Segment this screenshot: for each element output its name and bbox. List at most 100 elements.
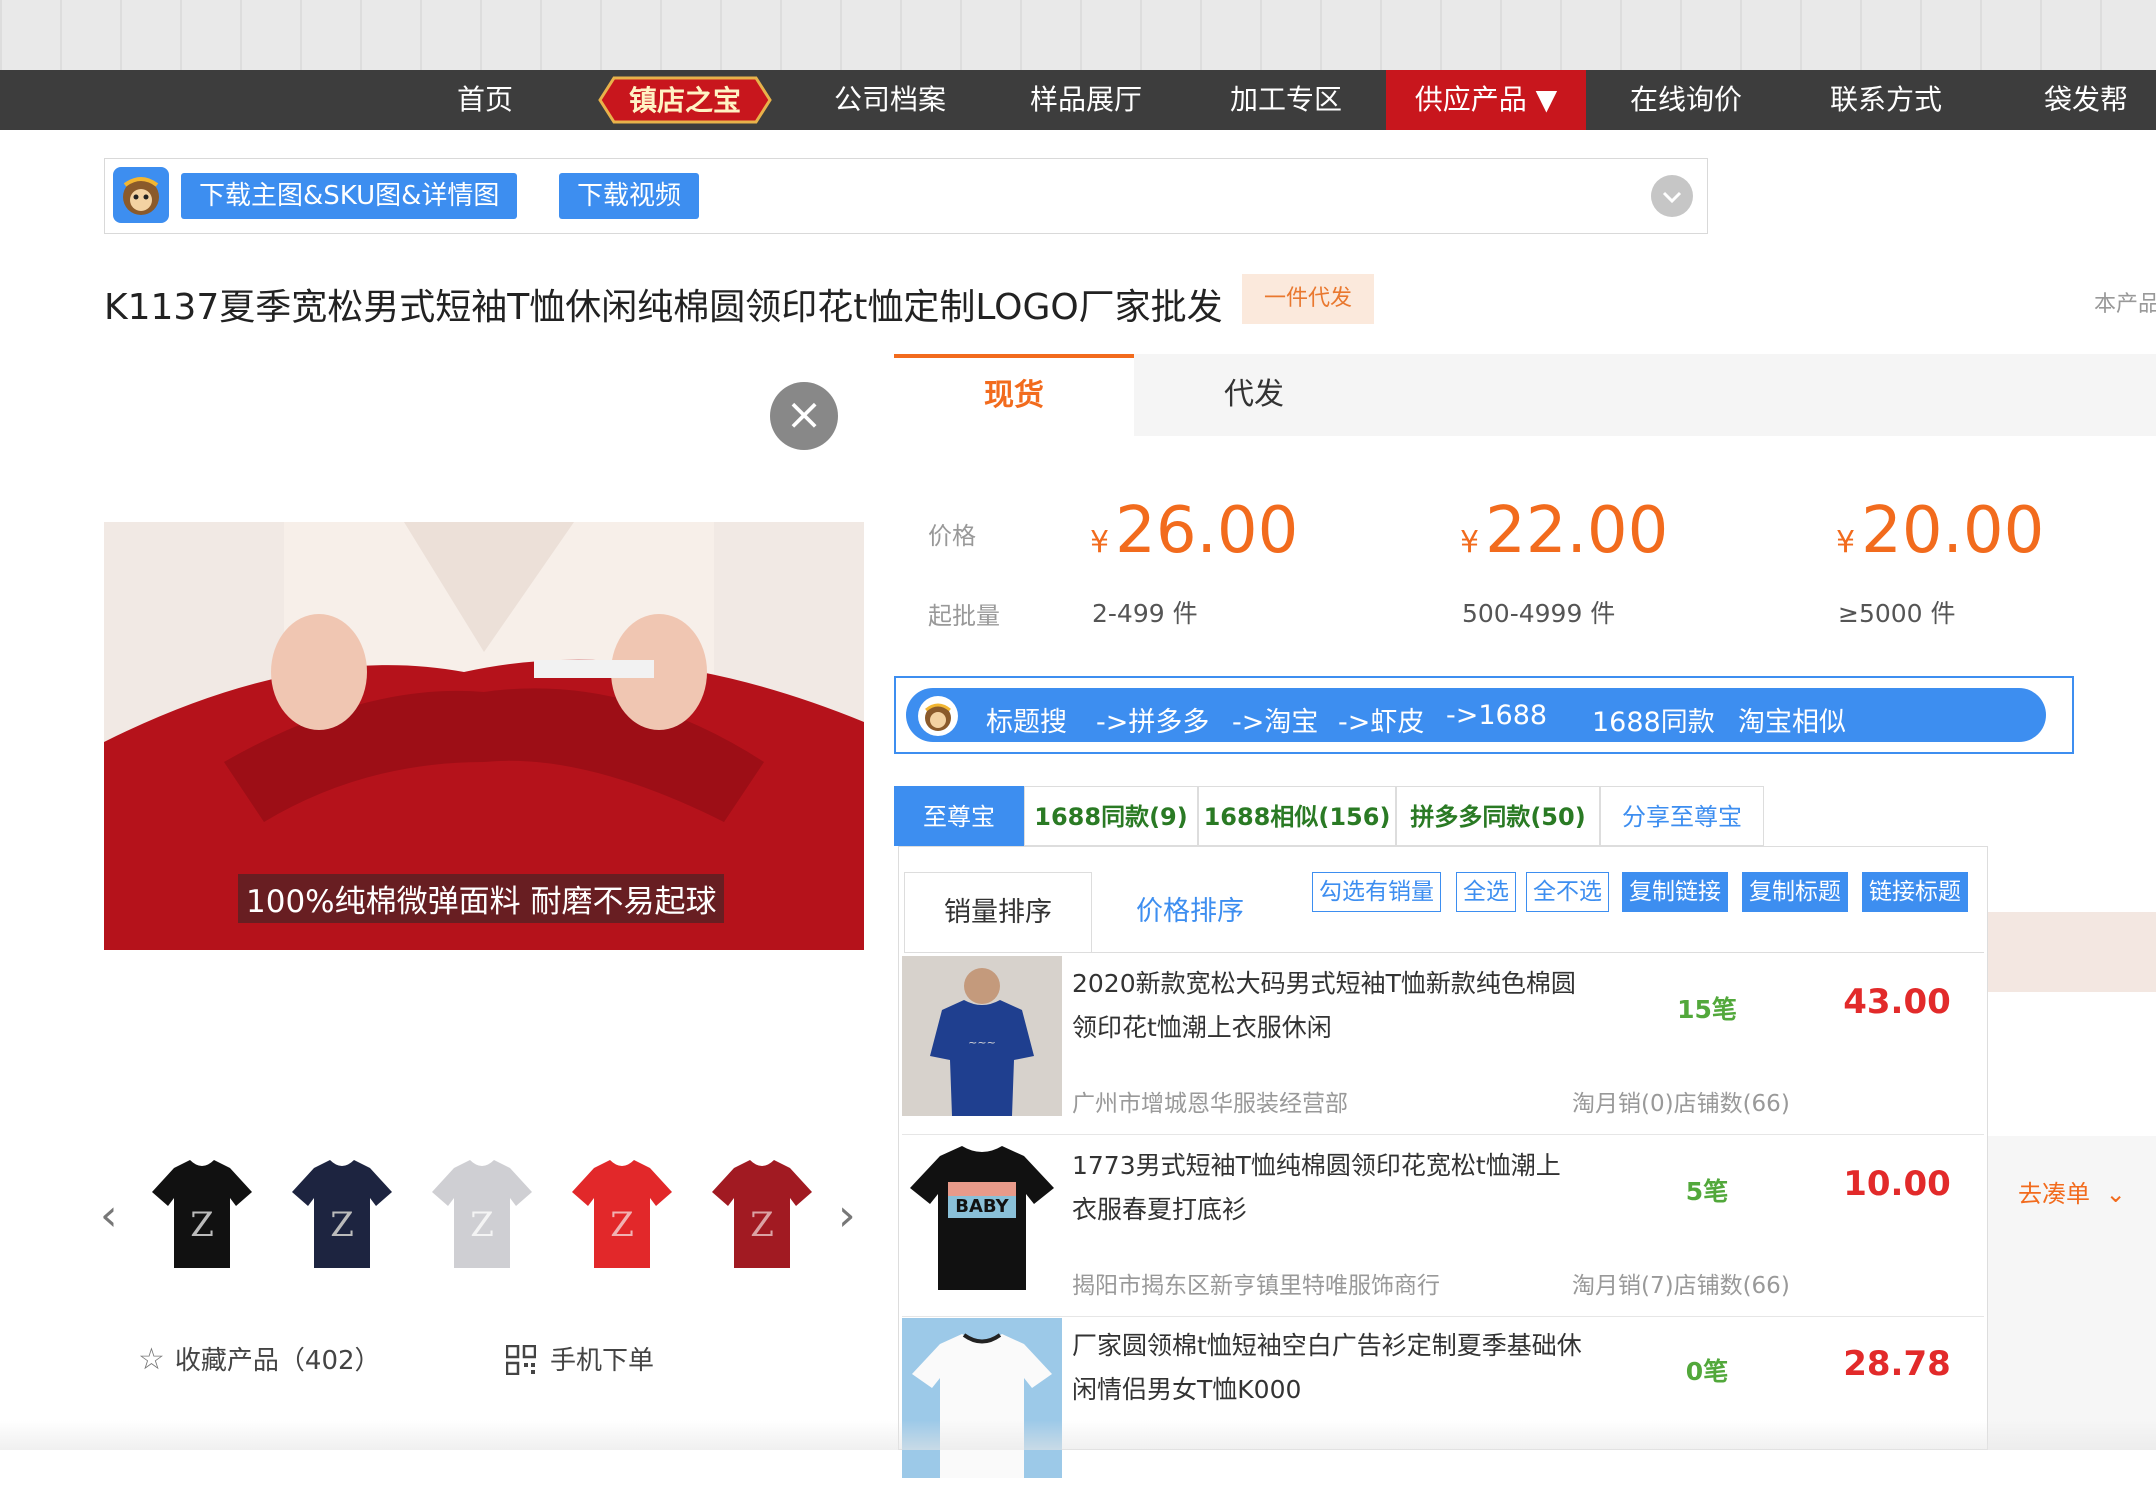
mobile-order-label: 手机下单 <box>550 1346 655 1376</box>
search-1688-same[interactable]: 1688同款 <box>1592 700 1715 739</box>
select-none-button[interactable]: 全不选 <box>1526 872 1609 912</box>
dropship-tag: 一件代发 <box>1242 274 1375 324</box>
svg-text:Z: Z <box>470 1205 494 1245</box>
tab-dropship[interactable]: 代发 <box>1134 354 1374 436</box>
search-by-title[interactable]: 标题搜 <box>986 700 1067 739</box>
result-sold: 0笔 <box>1685 1357 1729 1386</box>
copy-title-button[interactable]: 复制标题 <box>1742 872 1848 912</box>
close-icon[interactable]: × <box>770 382 838 450</box>
tab-zhizunbao[interactable]: 至尊宝 <box>894 786 1024 846</box>
nav-contact[interactable]: 联系方式 <box>1816 70 1956 130</box>
result-sold: 15笔 <box>1677 995 1737 1024</box>
divider <box>904 952 1984 953</box>
nav-daifabang[interactable]: 袋发帮 <box>2026 70 2146 130</box>
sort-by-price[interactable]: 价格排序 <box>1120 872 1260 952</box>
price-value: 22.00 <box>1485 494 1669 568</box>
result-stat: 淘月销(0)店铺数(66) <box>1572 1091 1790 1117</box>
result-shop: 揭阳市揭东区新亨镇里特唯服饰商行 <box>1072 1273 1440 1299</box>
list-item[interactable]: BABY 1773男式短袖T恤纯棉圆领印花宽松t恤潮上衣服春夏打底衫 揭阳市揭东… <box>902 1136 1984 1317</box>
chevron-left-icon[interactable]: ‹ <box>100 1190 118 1241</box>
download-images-button[interactable]: 下载主图&SKU图&详情图 <box>181 173 518 219</box>
side-note: 本产品 <box>2094 292 2156 317</box>
store-nav: 首页 镇店之宝 公司档案 样品展厅 加工专区 供应产品 ▼ 在线询价 联系方式 … <box>0 70 2156 130</box>
tab-share[interactable]: 分享至尊宝 <box>1600 786 1764 846</box>
result-price: 10.00 <box>1843 1164 1951 1204</box>
result-price: 43.00 <box>1843 982 1951 1022</box>
thumbnail-grey[interactable]: Z <box>424 1150 540 1280</box>
svg-text:Z: Z <box>190 1205 214 1245</box>
store-banner <box>0 0 2156 70</box>
thumbnail-wine[interactable]: Z <box>704 1150 820 1280</box>
moq-label: 起批量 <box>928 602 1000 630</box>
chevron-down-icon[interactable] <box>1651 175 1693 217</box>
result-shop: 广州市增城恩华服装经营部 <box>1072 1091 1348 1117</box>
svg-text:Z: Z <box>610 1205 634 1245</box>
chevron-down-icon: ⌄ <box>2105 1180 2126 1208</box>
list-item[interactable]: 厂家圆领棉t恤短袖空白广告衫定制夏季基础休闲情侣男女T恤K000 0笔 28.7… <box>902 1316 1984 1496</box>
price-value: 26.00 <box>1115 494 1299 568</box>
result-stat: 淘月销(7)店铺数(66) <box>1572 1273 1790 1299</box>
price-value: 20.00 <box>1861 494 2045 568</box>
currency-symbol: ¥ <box>1090 525 1110 560</box>
mobile-order-button[interactable]: 手机下单 <box>505 1340 655 1382</box>
nav-treasure-badge[interactable]: 镇店之宝 <box>590 72 780 128</box>
product-image: BABY <box>902 1138 1062 1298</box>
product-video[interactable]: 100%纯棉微弹面料 耐磨不易起球 <box>104 522 864 950</box>
product-title: K1137夏季宽松男式短袖T恤休闲纯棉圆领印花t恤定制LOGO厂家批发 <box>104 287 1223 328</box>
favorite-button[interactable]: ☆ 收藏产品（402） <box>138 1340 381 1377</box>
search-taobao[interactable]: ->淘宝 <box>1232 700 1318 739</box>
product-image: ~~~ <box>902 956 1062 1116</box>
nav-online-inquiry[interactable]: 在线询价 <box>1616 70 1756 130</box>
nav-home[interactable]: 首页 <box>430 70 540 130</box>
qty-tier-3: ≥5000 件 <box>1838 599 1956 628</box>
result-sold: 5笔 <box>1685 1177 1729 1206</box>
thumbnail-navy[interactable]: Z <box>284 1150 400 1280</box>
list-item[interactable]: ~~~ 2020新款宽松大码男式短袖T恤新款纯色棉圆领印花t恤潮上衣服休闲 广州… <box>902 954 1984 1135</box>
search-shopee[interactable]: ->虾皮 <box>1338 700 1424 739</box>
tab-1688-similar[interactable]: 1688相似(156) <box>1198 786 1396 846</box>
monkey-logo-icon <box>113 167 169 223</box>
price-label: 价格 <box>928 522 976 550</box>
check-has-sales-button[interactable]: 勾选有销量 <box>1312 872 1441 912</box>
side-banner <box>1988 912 2156 992</box>
add-to-order-link[interactable]: 去凑单 ⌄ <box>2018 1174 2126 1209</box>
svg-text:~~~: ~~~ <box>968 1036 996 1049</box>
treasure-badge-icon: 镇店之宝 <box>598 76 772 124</box>
tab-in-stock[interactable]: 现货 <box>894 354 1134 436</box>
search-pinduoduo[interactable]: ->拼多多 <box>1096 700 1209 739</box>
search-1688[interactable]: ->1688 <box>1446 700 1547 731</box>
currency-symbol: ¥ <box>1836 525 1856 560</box>
favorite-label: 收藏产品（402） <box>174 1346 381 1376</box>
monkey-logo-icon <box>918 696 958 736</box>
price-tier-1: ¥26.00 <box>1090 494 1298 568</box>
nav-processing[interactable]: 加工专区 <box>1218 70 1354 130</box>
download-video-button[interactable]: 下载视频 <box>559 173 700 219</box>
nav-supply-products[interactable]: 供应产品 ▼ <box>1386 70 1586 130</box>
thumbnail-black[interactable]: Z <box>144 1150 260 1280</box>
price-tier-2: ¥22.00 <box>1460 494 1668 568</box>
nav-treasure-label: 镇店之宝 <box>629 84 741 117</box>
product-image <box>902 1318 1062 1478</box>
result-title[interactable]: 2020新款宽松大码男式短袖T恤新款纯色棉圆领印花t恤潮上衣服休闲 <box>1072 962 1582 1050</box>
nav-sample-hall[interactable]: 样品展厅 <box>1018 70 1154 130</box>
plugin-toolbar: 下载主图&SKU图&详情图 下载视频 <box>104 158 1708 234</box>
qty-tier-2: 500-4999 件 <box>1462 599 1616 628</box>
sort-by-sales[interactable]: 销量排序 <box>904 872 1092 953</box>
add-to-order-label: 去凑单 <box>2018 1180 2090 1208</box>
qty-tier-1: 2-499 件 <box>1092 599 1198 628</box>
price-tier-3: ¥20.00 <box>1836 494 2044 568</box>
qrcode-icon <box>505 1344 537 1382</box>
link-title-button[interactable]: 链接标题 <box>1862 872 1968 912</box>
svg-text:BABY: BABY <box>955 1196 1009 1217</box>
thumbnail-red[interactable]: Z <box>564 1150 680 1280</box>
tab-1688-same[interactable]: 1688同款(9) <box>1024 786 1198 846</box>
result-price: 28.78 <box>1843 1344 1951 1384</box>
result-title[interactable]: 1773男式短袖T恤纯棉圆领印花宽松t恤潮上衣服春夏打底衫 <box>1072 1144 1582 1232</box>
search-taobao-similar[interactable]: 淘宝相似 <box>1738 700 1846 739</box>
copy-link-button[interactable]: 复制链接 <box>1622 872 1728 912</box>
tab-pinduoduo-same[interactable]: 拼多多同款(50) <box>1396 786 1600 846</box>
chevron-right-icon[interactable]: › <box>838 1190 856 1241</box>
nav-company-profile[interactable]: 公司档案 <box>820 70 960 130</box>
select-all-button[interactable]: 全选 <box>1456 872 1516 912</box>
result-title[interactable]: 厂家圆领棉t恤短袖空白广告衫定制夏季基础休闲情侣男女T恤K000 <box>1072 1324 1582 1412</box>
